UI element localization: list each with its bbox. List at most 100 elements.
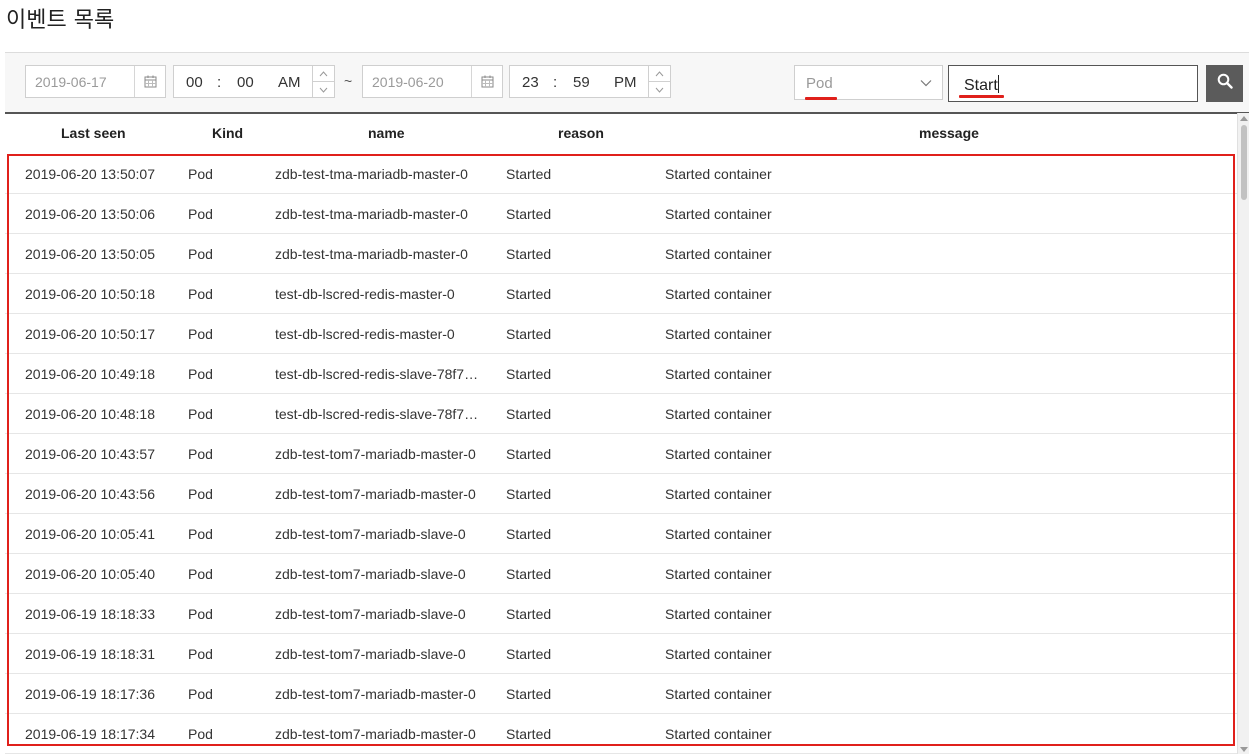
cell-name: zdb-test-tom7-mariadb-slave-0 (275, 606, 466, 622)
table-row[interactable]: 2019-06-20 10:05:41 Pod zdb-test-tom7-mari… (5, 514, 1237, 554)
table-row[interactable]: 2019-06-20 13:50:05 Pod zdb-test-tma-maria… (5, 234, 1237, 274)
start-hour[interactable]: 00 (186, 74, 203, 91)
column-header-name[interactable]: name (368, 125, 405, 141)
table-row[interactable]: 2019-06-20 10:43:56 Pod zdb-test-tom7-mari… (5, 474, 1237, 514)
cell-reason: Started (506, 246, 552, 262)
chevron-up-icon[interactable] (313, 66, 334, 82)
cell-kind: Pod (188, 566, 213, 582)
cell-kind: Pod (188, 206, 213, 222)
cell-name: test-db-lscred-redis-master-0 (275, 286, 455, 302)
cell-reason: Started (506, 606, 552, 622)
table-row[interactable]: 2019-06-19 18:18:33 Pod zdb-test-tom7-mari… (5, 594, 1237, 634)
calendar-icon[interactable] (134, 66, 165, 97)
chevron-down-icon[interactable] (649, 82, 670, 97)
table-row[interactable]: 2019-06-19 18:18:31 Pod zdb-test-tom7-mari… (5, 634, 1237, 674)
cell-message: Started container (665, 366, 772, 382)
start-minute[interactable]: 00 (237, 74, 254, 91)
column-header-message[interactable]: message (919, 125, 979, 141)
cell-reason: Started (506, 206, 552, 222)
chevron-down-icon[interactable] (920, 76, 932, 94)
chevron-up-icon[interactable] (1240, 114, 1248, 122)
cell-reason: Started (506, 446, 552, 462)
cell-message: Started container (665, 446, 772, 462)
cell-message: Started container (665, 326, 772, 342)
cell-name: zdb-test-tma-mariadb-master-0 (275, 166, 468, 182)
table-header: Last seen Kind name reason message (5, 113, 1237, 153)
cell-kind: Pod (188, 326, 213, 342)
table-row[interactable]: 2019-06-20 10:50:18 Pod test-db-lscred-red… (5, 274, 1237, 314)
cell-last-seen: 2019-06-20 10:49:18 (25, 366, 155, 382)
cell-name: zdb-test-tom7-mariadb-slave-0 (275, 526, 466, 542)
cell-last-seen: 2019-06-20 10:50:18 (25, 286, 155, 302)
text-cursor (997, 75, 999, 93)
cell-kind: Pod (188, 246, 213, 262)
cell-message: Started container (665, 526, 772, 542)
chevron-down-icon[interactable] (1240, 745, 1248, 753)
kind-select[interactable]: Pod (794, 65, 943, 100)
end-time-stepper[interactable] (648, 66, 670, 97)
cell-reason: Started (506, 326, 552, 342)
start-date-field[interactable]: 2019-06-17 (25, 65, 166, 98)
cell-message: Started container (665, 406, 772, 422)
table-row[interactable]: 2019-06-19 18:17:34 Pod zdb-test-tom7-mari… (5, 714, 1237, 754)
end-ampm[interactable]: PM (614, 74, 637, 91)
chevron-down-icon[interactable] (313, 82, 334, 97)
cell-name: zdb-test-tma-mariadb-master-0 (275, 246, 468, 262)
cell-kind: Pod (188, 286, 213, 302)
chevron-up-icon[interactable] (649, 66, 670, 82)
range-separator: ~ (344, 73, 353, 89)
column-header-kind[interactable]: Kind (212, 125, 243, 141)
search-input[interactable]: Start (948, 65, 1198, 102)
cell-kind: Pod (188, 366, 213, 382)
table-row[interactable]: 2019-06-20 10:50:17 Pod test-db-lscred-red… (5, 314, 1237, 354)
cell-kind: Pod (188, 486, 213, 502)
end-date-field[interactable]: 2019-06-20 (362, 65, 503, 98)
start-time-field[interactable]: 00 : 00 AM (173, 65, 335, 98)
cell-message: Started container (665, 606, 772, 622)
cell-name: zdb-test-tom7-mariadb-slave-0 (275, 566, 466, 582)
cell-reason: Started (506, 406, 552, 422)
table-row[interactable]: 2019-06-20 13:50:07 Pod zdb-test-tma-maria… (5, 154, 1237, 194)
cell-reason: Started (506, 166, 552, 182)
calendar-icon[interactable] (471, 66, 502, 97)
table-row[interactable]: 2019-06-19 18:17:36 Pod zdb-test-tom7-mari… (5, 674, 1237, 714)
cell-kind: Pod (188, 446, 213, 462)
table-row[interactable]: 2019-06-20 10:49:18 Pod test-db-lscred-red… (5, 354, 1237, 394)
end-date-value: 2019-06-20 (372, 74, 444, 90)
table-row[interactable]: 2019-06-20 13:50:06 Pod zdb-test-tma-maria… (5, 194, 1237, 234)
column-header-last-seen[interactable]: Last seen (61, 125, 126, 141)
cell-last-seen: 2019-06-19 18:18:33 (25, 606, 155, 622)
cell-last-seen: 2019-06-19 18:17:36 (25, 686, 155, 702)
table-row[interactable]: 2019-06-20 10:05:40 Pod zdb-test-tom7-mari… (5, 554, 1237, 594)
end-time-field[interactable]: 23 : 59 PM (509, 65, 671, 98)
cell-message: Started container (665, 206, 772, 222)
cell-name: test-db-lscred-redis-slave-78f7… (275, 406, 479, 422)
cell-last-seen: 2019-06-20 13:50:07 (25, 166, 155, 182)
annotation-underline (805, 97, 837, 100)
scrollbar[interactable] (1237, 113, 1249, 754)
start-time-stepper[interactable] (312, 66, 334, 97)
start-ampm[interactable]: AM (278, 74, 301, 91)
cell-last-seen: 2019-06-20 10:50:17 (25, 326, 155, 342)
cell-kind: Pod (188, 606, 213, 622)
cell-name: zdb-test-tom7-mariadb-master-0 (275, 726, 476, 742)
search-button[interactable] (1206, 65, 1243, 102)
end-minute[interactable]: 59 (573, 74, 590, 91)
cell-last-seen: 2019-06-20 10:05:41 (25, 526, 155, 542)
cell-last-seen: 2019-06-20 10:43:56 (25, 486, 155, 502)
cell-message: Started container (665, 686, 772, 702)
cell-kind: Pod (188, 166, 213, 182)
cell-reason: Started (506, 486, 552, 502)
table-row[interactable]: 2019-06-20 10:43:57 Pod zdb-test-tom7-mari… (5, 434, 1237, 474)
cell-reason: Started (506, 726, 552, 742)
scroll-thumb[interactable] (1241, 125, 1247, 200)
end-hour[interactable]: 23 (522, 74, 539, 91)
cell-message: Started container (665, 646, 772, 662)
cell-message: Started container (665, 166, 772, 182)
cell-reason: Started (506, 286, 552, 302)
cell-name: zdb-test-tom7-mariadb-master-0 (275, 686, 476, 702)
column-header-reason[interactable]: reason (558, 125, 604, 141)
annotation-underline (959, 95, 1004, 98)
cell-last-seen: 2019-06-20 13:50:05 (25, 246, 155, 262)
table-row[interactable]: 2019-06-20 10:48:18 Pod test-db-lscred-red… (5, 394, 1237, 434)
